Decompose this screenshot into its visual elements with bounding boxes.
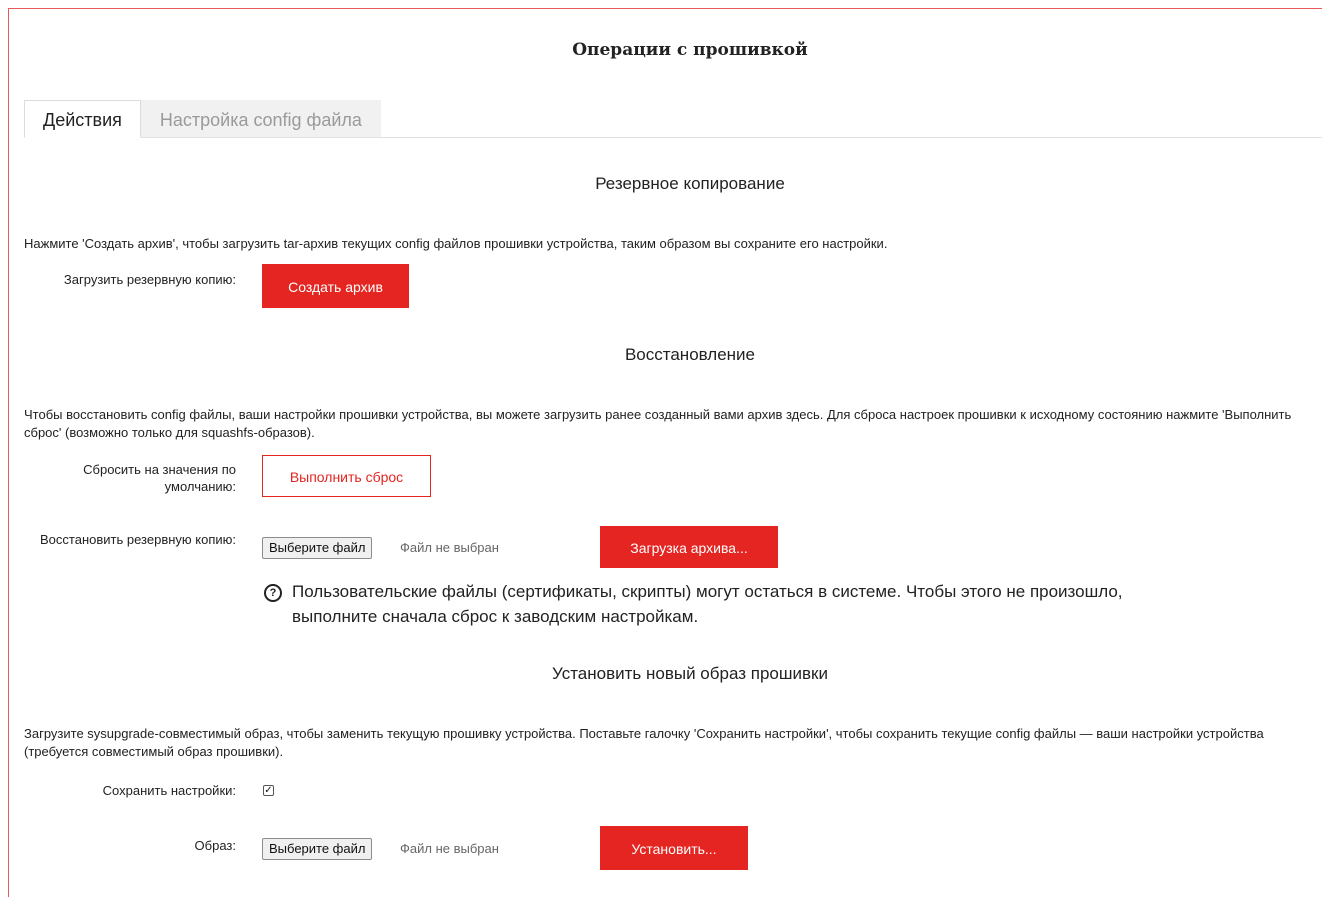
image-file-status: Файл не выбран — [400, 841, 499, 856]
upgrade-description: Загрузите sysupgrade-совместимый образ, … — [24, 726, 1264, 759]
restore-section-title: Восстановление — [624, 345, 756, 364]
restore-label: Восстановить резервную копию: — [40, 532, 236, 547]
upload-archive-button[interactable]: Загрузка архива... — [600, 526, 778, 568]
tab-bar: Действия Настройка config файла — [24, 100, 381, 138]
restore-description: Чтобы восстановить config файлы, ваши на… — [24, 407, 1292, 440]
reset-label: Сбросить на значения по умолчанию: — [83, 462, 236, 494]
restore-choose-file-button[interactable]: Выберите файл — [262, 537, 373, 559]
perform-reset-button[interactable]: Выполнить сброс — [262, 455, 431, 497]
restore-file-status: Файл не выбран — [400, 540, 499, 555]
image-choose-file-button[interactable]: Выберите файл — [262, 838, 373, 860]
backup-section-title: Резервное копирование — [595, 174, 785, 193]
backup-label: Загрузить резервную копию: — [63, 272, 236, 287]
question-circle-icon: ? — [264, 584, 282, 602]
tab-config-file-settings[interactable]: Настройка config файла — [140, 100, 381, 138]
keep-settings-checkbox[interactable]: ✓ — [263, 785, 274, 796]
hint-line-1: Пользовательские файлы (сертификаты, скр… — [292, 582, 1123, 601]
hint-line-2: выполните сначала сброс к заводским наст… — [292, 607, 699, 626]
frame-border-top — [8, 8, 1322, 9]
tab-divider — [24, 137, 1322, 138]
page-title: Операции с прошивкой — [572, 40, 808, 60]
install-button[interactable]: Установить... — [600, 826, 748, 870]
create-archive-button[interactable]: Создать архив — [262, 264, 409, 308]
keep-settings-label: Сохранить настройки: — [102, 783, 236, 798]
frame-border-left — [8, 8, 9, 897]
backup-description: Нажмите 'Создать архив', чтобы загрузить… — [24, 236, 888, 251]
restore-hint: ? Пользовательские файлы (сертификаты, ск… — [264, 579, 1314, 629]
tab-actions[interactable]: Действия — [24, 100, 141, 138]
image-label: Образ: — [194, 838, 236, 853]
upgrade-section-title: Установить новый образ прошивки — [552, 664, 828, 683]
